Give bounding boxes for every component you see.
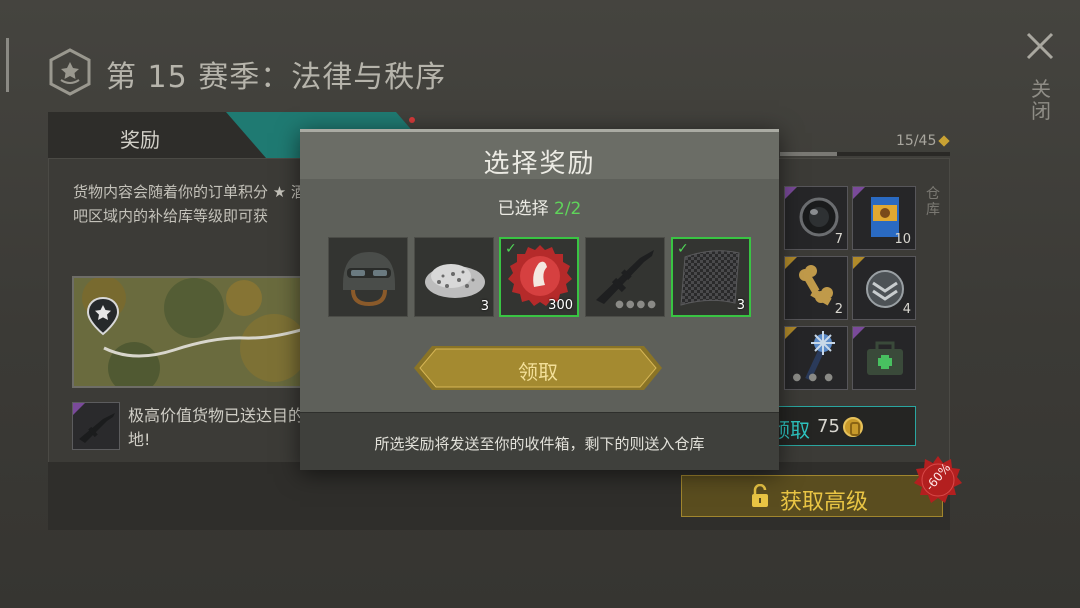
- coin-icon: [843, 417, 863, 437]
- warehouse-label: 仓库: [926, 186, 940, 218]
- check-icon: ✓: [505, 241, 517, 257]
- get-premium-label[interactable]: 获取高级: [780, 484, 868, 516]
- tab-rewards-label[interactable]: 奖励: [120, 124, 160, 153]
- unlock-icon: [752, 484, 768, 507]
- season-badge-icon: [49, 48, 91, 96]
- cargo-slot[interactable]: 2: [784, 256, 848, 320]
- cargo-slot[interactable]: ● ● ●: [784, 326, 848, 390]
- divider: [6, 38, 9, 92]
- delivery-message: 极高价值货物已送达目的地!: [128, 406, 305, 449]
- location-pin-icon: [86, 296, 120, 336]
- progress-label: 15/45: [896, 133, 937, 149]
- close-button-label[interactable]: 关闭: [1030, 78, 1052, 122]
- notification-dot: [409, 117, 415, 123]
- close-icon[interactable]: [1024, 30, 1056, 62]
- dialog-title: 选择奖励: [483, 149, 596, 179]
- page-title: 第 15 赛季：法律与秩序: [106, 60, 447, 95]
- helmet-icon: [343, 252, 395, 307]
- selected-counter: 已选择 2/2: [497, 199, 582, 219]
- claim-button-label[interactable]: 领取: [414, 356, 662, 385]
- reward-option[interactable]: 3: [414, 237, 494, 317]
- check-icon: ✓: [677, 241, 689, 257]
- reward-option[interactable]: ●●●●: [585, 237, 665, 317]
- cargo-description: 货物内容会随着你的订单积分 ★ 酒吧区域内的补给库等级即可获: [73, 183, 306, 225]
- dialog-footer-note: 所选奖励将发送至你的收件箱，剩下的则送入仓库: [374, 435, 705, 453]
- rifle-item-icon[interactable]: [72, 402, 120, 450]
- cargo-slot[interactable]: [852, 326, 916, 390]
- reward-option[interactable]: [328, 237, 408, 317]
- claim-cost: 75: [817, 416, 840, 437]
- reward-option-selected[interactable]: ✓ 300: [499, 237, 579, 317]
- cargo-slot[interactable]: 4: [852, 256, 916, 320]
- progress-fill: [780, 152, 837, 156]
- reward-option-selected[interactable]: ✓ 3: [671, 237, 751, 317]
- cargo-slot[interactable]: 10: [852, 186, 916, 250]
- cargo-slot[interactable]: 7: [784, 186, 848, 250]
